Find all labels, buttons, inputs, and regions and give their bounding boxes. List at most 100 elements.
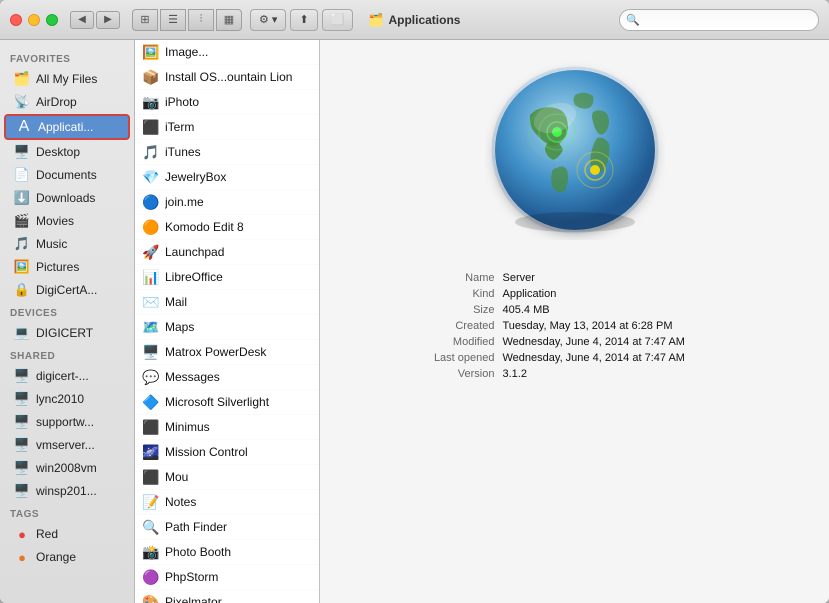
file-item-name: LibreOffice xyxy=(165,270,311,284)
created-label: Created xyxy=(405,320,495,332)
maximize-button[interactable] xyxy=(46,14,58,26)
file-item-name: Maps xyxy=(165,320,311,334)
window-title: 🗂️ Applications xyxy=(369,13,461,27)
file-list-item[interactable]: 🚀Launchpad xyxy=(135,240,319,265)
file-item-name: Komodo Edit 8 xyxy=(165,220,311,234)
quick-look-button[interactable]: ⬜ xyxy=(322,9,354,31)
win2008vm-icon: 🖥️ xyxy=(14,460,30,476)
sidebar-item-applications[interactable]: A Applicati... xyxy=(4,114,130,140)
file-list-item[interactable]: ⬛iTerm xyxy=(135,115,319,140)
file-list-item[interactable]: 🖥️Matrox PowerDesk xyxy=(135,340,319,365)
file-list-item[interactable]: ✉️Mail xyxy=(135,290,319,315)
sidebar-item-music[interactable]: 🎵 Music xyxy=(4,233,130,255)
sidebar-item-lync2010[interactable]: 🖥️ lync2010 xyxy=(4,388,130,410)
file-icon: 🎵 xyxy=(143,144,159,160)
file-list-item[interactable]: 📸Photo Booth xyxy=(135,540,319,565)
minimize-button[interactable] xyxy=(28,14,40,26)
sidebar-item-winsp201[interactable]: 🖥️ winsp201... xyxy=(4,480,130,502)
file-icon: 🌌 xyxy=(143,444,159,460)
sidebar-item-vmserver[interactable]: 🖥️ vmserver... xyxy=(4,434,130,456)
close-button[interactable] xyxy=(10,14,22,26)
info-row-version: Version 3.1.2 xyxy=(405,366,745,382)
file-list-item[interactable]: 🔍Path Finder xyxy=(135,515,319,540)
share-button[interactable]: ⬆ xyxy=(290,9,317,31)
sidebar-item-digicerta[interactable]: 🔒 DigiCertA... xyxy=(4,279,130,301)
applications-icon: A xyxy=(16,119,32,135)
sidebar-item-win2008vm[interactable]: 🖥️ win2008vm xyxy=(4,457,130,479)
traffic-lights xyxy=(10,14,58,26)
back-button[interactable]: ◀ xyxy=(70,11,94,29)
file-list-item[interactable]: 💎JewelryBox xyxy=(135,165,319,190)
version-value: 3.1.2 xyxy=(503,368,527,380)
file-item-name: Microsoft Silverlight xyxy=(165,395,311,409)
modified-value: Wednesday, June 4, 2014 at 7:47 AM xyxy=(503,336,685,348)
sidebar-item-movies[interactable]: 🎬 Movies xyxy=(4,210,130,232)
devices-label: DEVICES xyxy=(0,302,134,321)
sidebar-item-desktop[interactable]: 🖥️ Desktop xyxy=(4,141,130,163)
file-list-item[interactable]: 🗺️Maps xyxy=(135,315,319,340)
search-input[interactable] xyxy=(619,9,819,31)
file-list-item[interactable]: 🟠Komodo Edit 8 xyxy=(135,215,319,240)
file-icon: 📝 xyxy=(143,494,159,510)
file-list-item[interactable]: 📝Notes xyxy=(135,490,319,515)
app-icon xyxy=(485,60,665,240)
arrange-button[interactable]: ⚙ ▾ xyxy=(250,9,286,31)
sidebar-item-label: vmserver... xyxy=(36,438,95,452)
kind-label: Kind xyxy=(405,288,495,300)
file-list-item[interactable]: 📷iPhoto xyxy=(135,90,319,115)
sidebar-item-digicert-shared[interactable]: 🖥️ digicert-... xyxy=(4,365,130,387)
file-icon: 🔍 xyxy=(143,519,159,535)
airdrop-icon: 📡 xyxy=(14,94,30,110)
sidebar-item-label: Downloads xyxy=(36,191,95,205)
supportw-icon: 🖥️ xyxy=(14,414,30,430)
shared-server-icon: 🖥️ xyxy=(14,368,30,384)
file-list-item[interactable]: ⬛Mou xyxy=(135,465,319,490)
file-item-name: iPhoto xyxy=(165,95,311,109)
sidebar-item-pictures[interactable]: 🖼️ Pictures xyxy=(4,256,130,278)
sidebar-item-digicert-device[interactable]: 💻 DIGICERT xyxy=(4,322,130,344)
file-icon: 📦 xyxy=(143,69,159,85)
sidebar-item-label: Movies xyxy=(36,214,74,228)
sidebar-item-downloads[interactable]: ⬇️ Downloads xyxy=(4,187,130,209)
sidebar-item-red[interactable]: ● Red xyxy=(4,523,130,545)
file-list-item[interactable]: 🔵join.me xyxy=(135,190,319,215)
sidebar-item-all-my-files[interactable]: 🗂️ All My Files xyxy=(4,68,130,90)
file-list-item[interactable]: 🔷Microsoft Silverlight xyxy=(135,390,319,415)
icon-view-button[interactable]: ⊞ xyxy=(132,9,158,31)
file-list-item[interactable]: 🟣PhpStorm xyxy=(135,565,319,590)
all-my-files-icon: 🗂️ xyxy=(14,71,30,87)
sidebar-item-supportw[interactable]: 🖥️ supportw... xyxy=(4,411,130,433)
info-row-last-opened: Last opened Wednesday, June 4, 2014 at 7… xyxy=(405,350,745,366)
finder-window: ◀ ▶ ⊞ ☰ ⫶ ▦ ⚙ ▾ ⬆ ⬜ 🗂️ Applications 🔍 FA… xyxy=(0,0,829,603)
sidebar-item-label: supportw... xyxy=(36,415,94,429)
sidebar: FAVORITES 🗂️ All My Files 📡 AirDrop A Ap… xyxy=(0,40,135,603)
cover-flow-button[interactable]: ▦ xyxy=(216,9,242,31)
sidebar-item-documents[interactable]: 📄 Documents xyxy=(4,164,130,186)
vmserver-icon: 🖥️ xyxy=(14,437,30,453)
file-item-name: Launchpad xyxy=(165,245,311,259)
forward-button[interactable]: ▶ xyxy=(96,11,120,29)
file-list-item[interactable]: 🎨Pixelmator xyxy=(135,590,319,603)
file-item-name: PhpStorm xyxy=(165,570,311,584)
file-item-name: JewelryBox xyxy=(165,170,311,184)
column-view-button[interactable]: ⫶ xyxy=(188,9,214,31)
file-item-name: Mail xyxy=(165,295,311,309)
view-controls: ⊞ ☰ ⫶ ▦ xyxy=(132,9,242,31)
file-list-item[interactable]: 🎵iTunes xyxy=(135,140,319,165)
info-row-size: Size 405.4 MB xyxy=(405,302,745,318)
file-item-name: Messages xyxy=(165,370,311,384)
file-list-item[interactable]: ⬛Minimus xyxy=(135,415,319,440)
sidebar-item-orange[interactable]: ● Orange xyxy=(4,546,130,568)
file-list-item[interactable]: 💬Messages xyxy=(135,365,319,390)
list-view-button[interactable]: ☰ xyxy=(160,9,186,31)
file-list-item[interactable]: 📦Install OS...ountain Lion xyxy=(135,65,319,90)
file-list-item[interactable]: 🖼️Image... xyxy=(135,40,319,65)
digicerta-icon: 🔒 xyxy=(14,282,30,298)
file-list-item[interactable]: 🌌Mission Control xyxy=(135,440,319,465)
sidebar-item-airdrop[interactable]: 📡 AirDrop xyxy=(4,91,130,113)
size-label: Size xyxy=(405,304,495,316)
file-list-pane: 🖼️Image...📦Install OS...ountain Lion📷iPh… xyxy=(135,40,320,603)
file-icon: 🔵 xyxy=(143,194,159,210)
info-row-name: Name Server xyxy=(405,270,745,286)
file-list-item[interactable]: 📊LibreOffice xyxy=(135,265,319,290)
